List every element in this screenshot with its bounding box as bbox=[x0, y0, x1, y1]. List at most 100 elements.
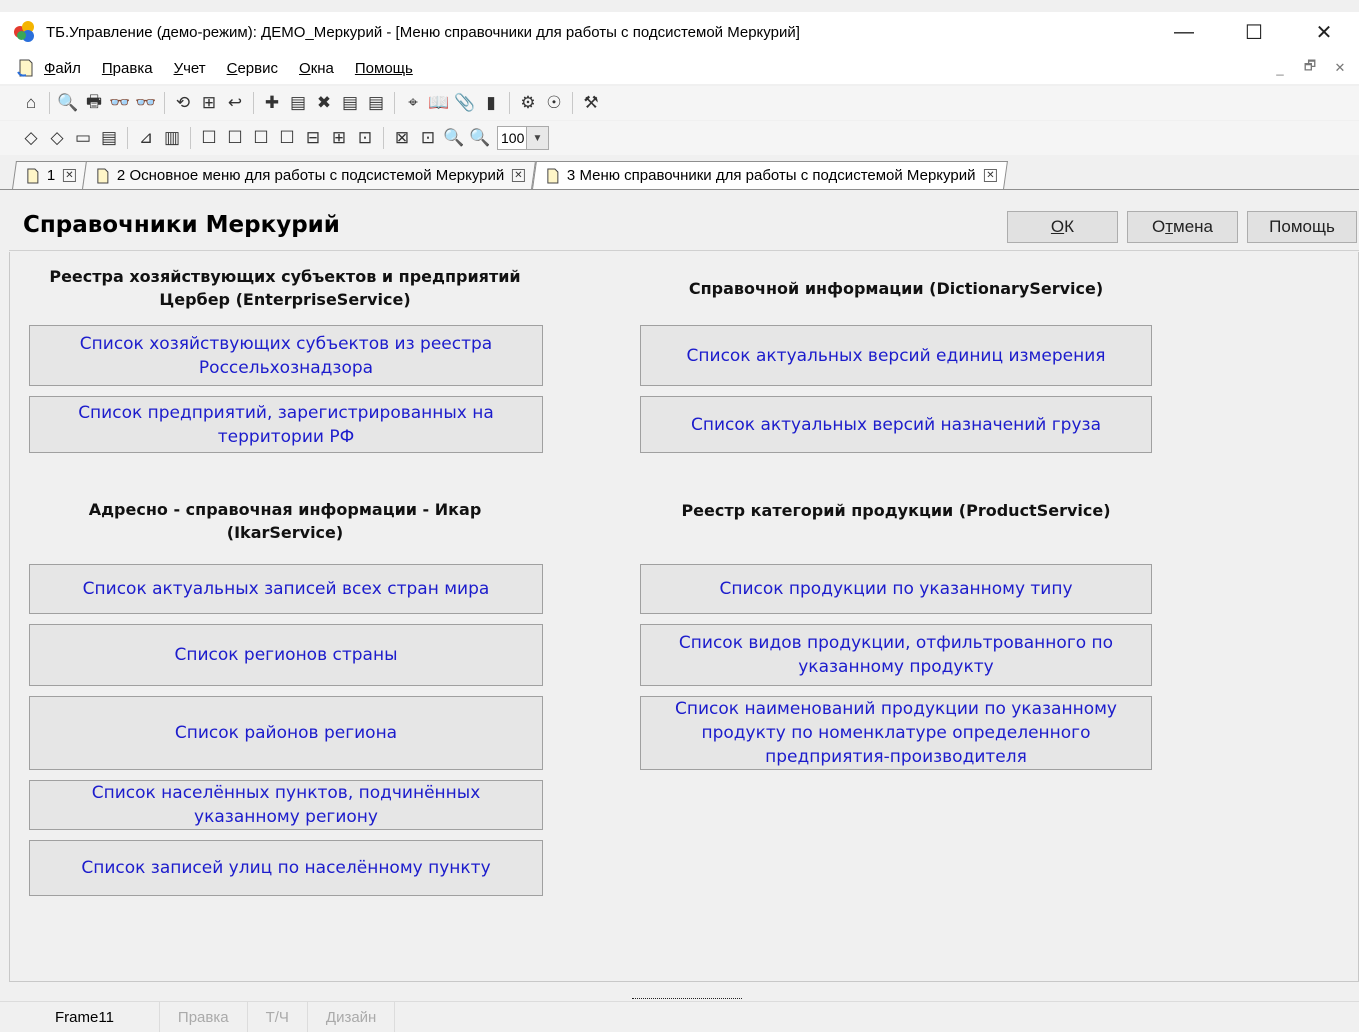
toolbar-tool-icon[interactable]: ⚒ bbox=[578, 90, 604, 116]
toolbar-tool-icon[interactable]: 👓 bbox=[107, 90, 133, 116]
product-by-type-button[interactable]: Список продукции по указанному типу bbox=[640, 564, 1152, 614]
toolbar-tool-icon[interactable]: ↩ bbox=[222, 90, 248, 116]
menu-item-file[interactable]: Файл bbox=[44, 60, 81, 77]
toolbar-tool-icon[interactable]: ▤ bbox=[363, 90, 389, 116]
help-button[interactable]: Помощь bbox=[1247, 211, 1357, 243]
bottom-tab-edit[interactable]: Правка bbox=[160, 1001, 248, 1032]
toolbar-separator bbox=[383, 127, 384, 149]
ikar-districts-button[interactable]: Список районов региона bbox=[29, 696, 543, 770]
toolbar-tool-icon[interactable]: ⌂ bbox=[18, 90, 44, 116]
toolbar-tool-icon[interactable]: ◇ bbox=[44, 125, 70, 151]
toolbar-tool-icon[interactable]: ☐ bbox=[222, 125, 248, 151]
tab-close-icon[interactable]: ✕ bbox=[63, 169, 77, 182]
toolbar-tool-icon[interactable]: ⚙ bbox=[515, 90, 541, 116]
group-title-dictionary: Справочной информации (DictionaryService… bbox=[688, 279, 1104, 298]
tab-reference-menu[interactable]: 3 Меню справочники для работы с подсисте… bbox=[531, 161, 1008, 189]
toolbar-tool-icon[interactable]: ⊠ bbox=[389, 125, 415, 151]
dictionary-units-button[interactable]: Список актуальных версий единиц измерени… bbox=[640, 325, 1152, 386]
toolbar-secondary: ◇ ◇ ▭ ▤ ⊿ ▥ ☐ ☐ ☐ ☐ ⊟ ⊞ ⊡ ⊠ ⊡ 🔍 🔍 100 ▼ bbox=[0, 121, 1359, 155]
menu-item-edit[interactable]: Правка bbox=[102, 60, 153, 77]
document-icon bbox=[97, 168, 109, 183]
group-title-product: Реестр категорий продукции (ProductServi… bbox=[681, 501, 1111, 520]
toolbar-tool-icon[interactable]: 📖 bbox=[426, 90, 452, 116]
app-logo-icon bbox=[14, 21, 36, 43]
toolbar-tool-icon[interactable]: ☐ bbox=[248, 125, 274, 151]
toolbar-tool-icon[interactable]: ⊞ bbox=[196, 90, 222, 116]
tab-1[interactable]: 1 ✕ bbox=[12, 161, 88, 189]
toolbar-tool-icon[interactable]: ☐ bbox=[196, 125, 222, 151]
group-title-enterprise: Реестра хозяйствующих субъектов и предпр… bbox=[49, 267, 521, 309]
toolbar-separator bbox=[572, 92, 573, 114]
toolbar-separator bbox=[127, 127, 128, 149]
bottom-tab-frame[interactable]: Frame11 bbox=[0, 1001, 160, 1032]
ikar-localities-button[interactable]: Список населённых пунктов, подчинённых у… bbox=[29, 780, 543, 830]
toolbar-tool-icon[interactable]: ▥ bbox=[159, 125, 185, 151]
ikar-countries-button[interactable]: Список актуальных записей всех стран мир… bbox=[29, 564, 543, 614]
document-icon bbox=[17, 59, 33, 77]
tab-close-icon[interactable]: ✕ bbox=[512, 169, 526, 182]
toolbar-separator bbox=[190, 127, 191, 149]
toolbar-tool-icon[interactable]: 🔍 bbox=[441, 125, 467, 151]
maximize-button[interactable]: ☐ bbox=[1219, 12, 1289, 52]
mdi-close-button[interactable]: ✕ bbox=[1325, 56, 1355, 80]
toolbar-tool-icon[interactable]: ✚ bbox=[259, 90, 285, 116]
toolbar-tool-icon[interactable]: ✖ bbox=[311, 90, 337, 116]
toolbar-tool-icon[interactable]: ⌖ bbox=[400, 90, 426, 116]
enterprise-registered-enterprises-button[interactable]: Список предприятий, зарегистрированных н… bbox=[29, 396, 543, 453]
toolbar-tool-icon[interactable]: 🖶 bbox=[81, 90, 107, 116]
group-title-ikar: Адресно - справочная информации - Икар (… bbox=[88, 500, 482, 542]
toolbar-tool-icon[interactable]: ◇ bbox=[18, 125, 44, 151]
toolbar-separator bbox=[164, 92, 165, 114]
dictionary-cargo-purposes-button[interactable]: Список актуальных версий назначений груз… bbox=[640, 396, 1152, 453]
toolbar-separator bbox=[394, 92, 395, 114]
toolbar-tool-icon[interactable]: ⊟ bbox=[300, 125, 326, 151]
tab-close-icon[interactable]: ✕ bbox=[983, 169, 997, 182]
toolbar-tool-icon[interactable]: ⊞ bbox=[326, 125, 352, 151]
toolbar-tool-icon[interactable]: ☐ bbox=[274, 125, 300, 151]
toolbar-tool-icon[interactable]: ▭ bbox=[70, 125, 96, 151]
mdi-minimize-button[interactable]: _ bbox=[1265, 56, 1295, 80]
ikar-streets-button[interactable]: Список записей улиц по населённому пункт… bbox=[29, 840, 543, 896]
enterprise-business-entities-button[interactable]: Список хозяйствующих субъектов из реестр… bbox=[29, 325, 543, 386]
menu-item-service[interactable]: Сервис bbox=[227, 60, 278, 77]
toolbar-tool-icon[interactable]: ▤ bbox=[96, 125, 122, 151]
toolbar-tool-icon[interactable]: ⊡ bbox=[352, 125, 378, 151]
window-titlebar: ТБ.Управление (демо-режим): ДЕМО_Меркури… bbox=[0, 12, 1359, 52]
chevron-down-icon[interactable]: ▼ bbox=[526, 127, 548, 149]
toolbar-tool-icon[interactable]: 🔍 bbox=[55, 90, 81, 116]
zoom-value: 100 bbox=[501, 130, 525, 146]
toolbar-tool-icon[interactable]: ▮ bbox=[478, 90, 504, 116]
ikar-regions-button[interactable]: Список регионов страны bbox=[29, 624, 543, 686]
toolbar-tool-icon[interactable]: ☉ bbox=[541, 90, 567, 116]
cancel-button[interactable]: От мена bbox=[1127, 211, 1238, 243]
menu-item-windows[interactable]: Окна bbox=[299, 60, 334, 77]
product-names-button[interactable]: Список наименований продукции по указанн… bbox=[640, 696, 1152, 770]
toolbar-separator bbox=[253, 92, 254, 114]
toolbar-tool-icon[interactable]: ▤ bbox=[285, 90, 311, 116]
menu-item-account[interactable]: Учет bbox=[174, 60, 206, 77]
toolbar-tool-icon[interactable]: ▤ bbox=[337, 90, 363, 116]
bottom-tab-tch[interactable]: Т/Ч bbox=[248, 1001, 308, 1032]
tab-main-menu[interactable]: 2 Основное меню для работы с подсистемой… bbox=[82, 161, 537, 189]
bottom-tab-design[interactable]: Дизайн bbox=[308, 1001, 396, 1032]
window-title: ТБ.Управление (демо-режим): ДЕМО_Меркури… bbox=[46, 23, 800, 41]
toolbar-tool-icon[interactable]: ⊿ bbox=[133, 125, 159, 151]
document-icon bbox=[27, 168, 39, 183]
header-divider bbox=[9, 250, 1359, 251]
product-kinds-button[interactable]: Список видов продукции, отфильтрованного… bbox=[640, 624, 1152, 686]
toolbar-tool-icon[interactable]: 🔍 bbox=[467, 125, 493, 151]
reference-frame: Справочники Меркурий ОК От мена Помощь Ре… bbox=[9, 196, 1359, 984]
menu-item-help[interactable]: Помощь bbox=[355, 60, 413, 77]
bottom-tabs: Frame11 Правка Т/Ч Дизайн bbox=[0, 1001, 1359, 1032]
minimize-button[interactable]: — bbox=[1149, 12, 1219, 52]
toolbar-tool-icon[interactable]: 👓 bbox=[133, 90, 159, 116]
document-tabs: 1 ✕ 2 Основное меню для работы с подсист… bbox=[0, 158, 1359, 190]
splitter-handle[interactable] bbox=[632, 994, 742, 999]
ok-button[interactable]: ОК bbox=[1007, 211, 1118, 243]
toolbar-tool-icon[interactable]: ⟲ bbox=[170, 90, 196, 116]
close-button[interactable]: ✕ bbox=[1289, 12, 1359, 52]
zoom-select[interactable]: 100 ▼ bbox=[497, 126, 549, 150]
toolbar-tool-icon[interactable]: 📎 bbox=[452, 90, 478, 116]
mdi-restore-button[interactable]: 🗗 bbox=[1295, 56, 1325, 80]
toolbar-tool-icon[interactable]: ⊡ bbox=[415, 125, 441, 151]
